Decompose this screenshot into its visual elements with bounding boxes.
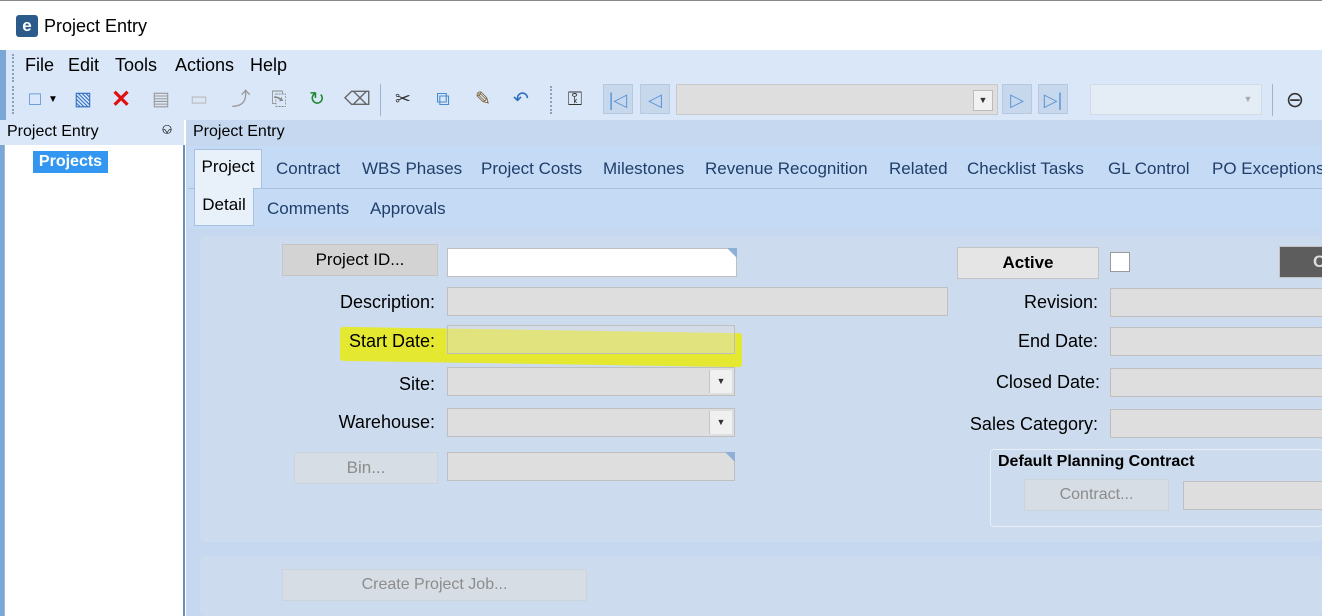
dropdown-arrow-icon[interactable]: ▼	[46, 86, 60, 114]
chevron-down-icon[interactable]: ▼	[1239, 90, 1257, 109]
site-label: Site:	[398, 374, 435, 394]
menu-actions[interactable]: Actions	[175, 55, 234, 76]
project-id-button[interactable]: Project ID...	[282, 244, 438, 276]
copy-icon[interactable]: ⧉	[430, 86, 456, 114]
attach-icon[interactable]: ⤴	[228, 86, 254, 114]
cut-icon[interactable]: ✂	[390, 86, 416, 114]
toolbar-grip	[12, 86, 17, 114]
contract-field[interactable]	[1183, 481, 1322, 510]
copy-attach-icon[interactable]: ⎘	[266, 86, 292, 114]
start-date-label: Start Date:	[348, 331, 435, 351]
end-date-label: End Date:	[1017, 331, 1098, 351]
refresh-icon[interactable]: ↻	[304, 86, 330, 114]
left-panel-title: Project Entry	[7, 123, 99, 140]
tab-revenue-recognition[interactable]: Revenue Recognition	[705, 159, 868, 179]
site-dropdown[interactable]: ▼	[447, 367, 735, 396]
right-panel-title: Project Entry	[193, 123, 285, 140]
menu-tools[interactable]: Tools	[115, 55, 157, 76]
start-date-field[interactable]	[447, 325, 735, 354]
tree-item-projects[interactable]: Projects	[33, 151, 108, 173]
description-label: Description:	[339, 292, 435, 312]
revision-label: Revision:	[1023, 292, 1098, 312]
search-binoculars-icon[interactable]: ⚿	[562, 86, 588, 114]
description-field[interactable]	[447, 287, 948, 316]
toolbar-separator	[1272, 84, 1273, 116]
back-circle-icon[interactable]: ⊖	[1282, 86, 1308, 114]
tab-milestones[interactable]: Milestones	[603, 159, 684, 179]
previous-record-icon[interactable]: ◁	[640, 84, 670, 114]
menu-help[interactable]: Help	[250, 55, 287, 76]
warehouse-dropdown[interactable]: ▼	[447, 408, 735, 437]
next-record-icon[interactable]: ▷	[1002, 84, 1032, 114]
bin-field[interactable]	[447, 452, 735, 481]
tab-po-exceptions[interactable]: PO Exceptions	[1212, 159, 1322, 179]
last-record-icon[interactable]: ▷|	[1038, 84, 1068, 114]
end-date-field[interactable]	[1110, 327, 1322, 356]
menu-edit[interactable]: Edit	[68, 55, 99, 76]
subtab-detail[interactable]: Detail	[194, 188, 254, 226]
bin-button[interactable]: Bin...	[294, 452, 438, 484]
menu-grip	[12, 54, 17, 82]
eraser-icon[interactable]: ⌫	[344, 86, 371, 114]
pin-icon[interactable]: ⎉	[161, 121, 173, 138]
save-icon[interactable]: ▧	[70, 86, 96, 114]
delete-icon[interactable]: ✕	[108, 86, 134, 114]
project-id-field[interactable]	[447, 248, 737, 277]
partial-action-button[interactable]: C	[1279, 246, 1322, 278]
active-checkbox[interactable]	[1110, 252, 1130, 272]
subtab-comments[interactable]: Comments	[267, 199, 349, 219]
tab-related[interactable]: Related	[889, 159, 948, 179]
closed-date-label: Closed Date:	[995, 372, 1100, 392]
title-bar	[0, 0, 1322, 51]
sales-category-field[interactable]	[1110, 409, 1322, 438]
undo-icon[interactable]: ↶	[508, 86, 534, 114]
tab-project-costs[interactable]: Project Costs	[481, 159, 582, 179]
sub-tab-strip	[188, 188, 1322, 229]
window-title: Project Entry	[44, 16, 148, 36]
tab-contract[interactable]: Contract	[276, 159, 340, 179]
blank-icon[interactable]: ▭	[186, 86, 212, 114]
tab-wbs-phases[interactable]: WBS Phases	[362, 159, 462, 179]
chevron-down-icon[interactable]: ▼	[709, 411, 732, 434]
paste-icon[interactable]: ✎	[470, 86, 496, 114]
app-logo-icon: e	[16, 15, 38, 37]
new-icon[interactable]: □	[22, 86, 48, 114]
toolbar-separator	[380, 84, 381, 116]
chevron-down-icon[interactable]: ▼	[973, 90, 993, 111]
warehouse-label: Warehouse:	[338, 412, 435, 432]
revision-field[interactable]	[1110, 288, 1322, 317]
left-panel-tree	[4, 145, 185, 616]
subtab-approvals[interactable]: Approvals	[370, 199, 446, 219]
active-button[interactable]: Active	[957, 247, 1099, 279]
group-title: Default Planning Contract	[998, 453, 1195, 470]
sales-category-label: Sales Category:	[969, 414, 1098, 434]
menu-file[interactable]: File	[25, 55, 54, 76]
create-project-job-button[interactable]: Create Project Job...	[282, 569, 587, 601]
toolbar-grip-2	[550, 86, 555, 114]
closed-date-field[interactable]	[1110, 368, 1322, 397]
book-icon[interactable]: ▤	[148, 86, 174, 114]
contract-button[interactable]: Contract...	[1024, 479, 1169, 511]
first-record-icon[interactable]: |◁	[603, 84, 633, 114]
tab-gl-control[interactable]: GL Control	[1108, 159, 1190, 179]
tab-project[interactable]: Project	[194, 149, 262, 189]
record-navigation-combo[interactable]: ▼	[676, 84, 998, 115]
chevron-down-icon[interactable]: ▼	[709, 370, 732, 393]
tab-checklist-tasks[interactable]: Checklist Tasks	[967, 159, 1084, 179]
secondary-combo[interactable]: ▼	[1090, 84, 1262, 115]
